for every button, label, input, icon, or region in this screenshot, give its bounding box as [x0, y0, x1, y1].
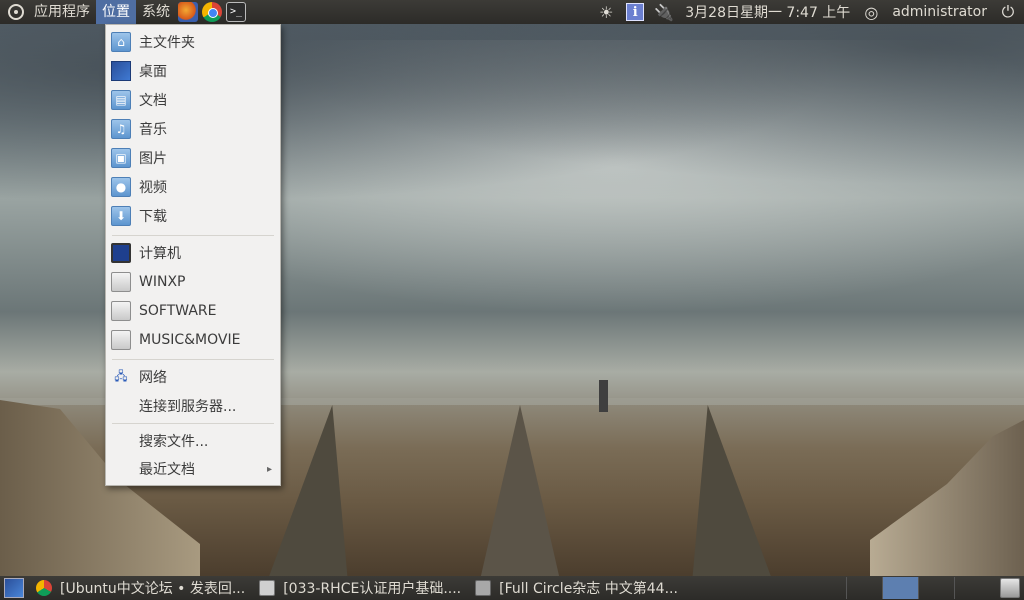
- firefox-icon[interactable]: [178, 2, 198, 22]
- menu-item-label: 视频: [139, 180, 167, 196]
- taskbar-item-label: [033-RHCE认证用户基础....: [283, 581, 462, 597]
- system-menu[interactable]: 系统: [136, 0, 176, 24]
- menu-item-label: 搜索文件...: [139, 434, 209, 450]
- menu-item-label: MUSIC&MOVIE: [139, 332, 241, 348]
- menu-item-label: 计算机: [139, 246, 181, 262]
- top-panel: 应用程序 位置 系统 >_ ☀ i 🔌 3月28日星期一 7:47 上午 ◎ a…: [0, 0, 1024, 24]
- taskbar-item-label: [Full Circle杂志 中文第44...: [499, 581, 678, 597]
- music-folder-icon: ♫: [111, 119, 131, 139]
- menu-item-winxp[interactable]: WINXP: [106, 270, 280, 294]
- menu-item-computer[interactable]: 计算机: [106, 241, 280, 265]
- terminal-icon[interactable]: >_: [226, 2, 246, 22]
- workspace-1[interactable]: [846, 577, 882, 599]
- menu-item-network[interactable]: 🖧 网络: [106, 365, 280, 389]
- menu-item-label: 下载: [139, 209, 167, 225]
- menu-item-documents[interactable]: ▤ 文档: [106, 88, 280, 112]
- drive-icon: [111, 330, 131, 350]
- menu-item-label: 文档: [139, 93, 167, 109]
- document-icon: [259, 580, 276, 596]
- network-icon: 🖧: [114, 368, 128, 383]
- menu-separator: [112, 423, 274, 424]
- menu-item-label: 最近文档: [139, 462, 195, 478]
- workspace-2[interactable]: [882, 577, 918, 599]
- documents-folder-icon: ▤: [111, 90, 131, 110]
- videos-folder-icon: ●: [111, 177, 131, 197]
- menu-item-label: SOFTWARE: [139, 303, 217, 319]
- clock[interactable]: 3月28日星期一 7:47 上午: [680, 2, 855, 22]
- desktop-icon: [111, 61, 131, 81]
- wallpaper-avenue: [480, 405, 560, 580]
- workspace-4[interactable]: [954, 577, 990, 599]
- drive-icon: [111, 301, 131, 321]
- taskbar-item-label: [Ubuntu中文论坛 • 发表回...: [60, 581, 246, 597]
- user-status-icon[interactable]: ◎: [861, 2, 881, 22]
- menu-item-label: WINXP: [139, 274, 186, 290]
- chrome-icon: [36, 580, 52, 596]
- menu-item-videos[interactable]: ● 视频: [106, 175, 280, 199]
- home-folder-icon: ⌂: [111, 32, 131, 52]
- drive-icon: [111, 272, 131, 292]
- places-menu[interactable]: 位置: [96, 0, 136, 24]
- menu-item-software[interactable]: SOFTWARE: [106, 299, 280, 323]
- taskbar-item[interactable]: [Full Circle杂志 中文第44...: [471, 576, 688, 600]
- computer-icon: [111, 243, 131, 263]
- submenu-arrow-icon: ▸: [266, 463, 272, 475]
- menu-item-home[interactable]: ⌂ 主文件夹: [106, 30, 280, 54]
- sun-icon[interactable]: ☀: [596, 2, 616, 22]
- user-name[interactable]: administrator: [887, 4, 992, 20]
- pictures-folder-icon: ▣: [111, 148, 131, 168]
- places-dropdown: ⌂ 主文件夹 桌面 ▤ 文档 ♫ 音乐 ▣ 图片 ● 视频 ⬇ 下载 计算机 W…: [105, 24, 281, 486]
- downloads-folder-icon: ⬇: [111, 206, 131, 226]
- info-icon[interactable]: i: [626, 3, 645, 21]
- menu-separator: [112, 359, 274, 360]
- wallpaper-tower: [599, 380, 608, 412]
- show-desktop-icon[interactable]: [4, 578, 24, 598]
- pdf-viewer-icon: [475, 580, 492, 596]
- menu-item-label: 桌面: [139, 64, 167, 80]
- chrome-icon[interactable]: [202, 2, 222, 22]
- menu-item-label: 连接到服务器...: [139, 399, 237, 415]
- workspace-switcher: [846, 576, 990, 600]
- network-wired-icon[interactable]: 🔌: [654, 2, 674, 22]
- trash-icon[interactable]: [1000, 578, 1020, 598]
- menu-item-label: 网络: [139, 370, 167, 386]
- taskbar-item[interactable]: [Ubuntu中文论坛 • 发表回...: [32, 576, 255, 600]
- panel-menus: 应用程序 位置 系统 >_: [0, 0, 248, 24]
- menu-item-label: 主文件夹: [139, 35, 195, 51]
- menu-item-connect-server[interactable]: 连接到服务器...: [106, 394, 280, 418]
- menu-item-label: 音乐: [139, 122, 167, 138]
- menu-item-desktop[interactable]: 桌面: [106, 59, 280, 83]
- menu-item-search-files[interactable]: 搜索文件...: [106, 429, 280, 453]
- menu-item-music-movie[interactable]: MUSIC&MOVIE: [106, 328, 280, 352]
- bottom-panel: [Ubuntu中文论坛 • 发表回... [033-RHCE认证用户基础....…: [0, 576, 1024, 600]
- menu-item-pictures[interactable]: ▣ 图片: [106, 146, 280, 170]
- panel-indicators: ☀ i 🔌 3月28日星期一 7:47 上午 ◎ administrator ⏻: [590, 0, 1024, 24]
- menu-separator: [112, 235, 274, 236]
- menu-item-recent-documents[interactable]: 最近文档 ▸: [106, 457, 280, 481]
- menu-item-downloads[interactable]: ⬇ 下载: [106, 204, 280, 228]
- taskbar-item[interactable]: [033-RHCE认证用户基础....: [255, 576, 471, 600]
- ubuntu-logo-icon[interactable]: [8, 4, 24, 20]
- menu-item-label: 图片: [139, 151, 167, 167]
- workspace-3[interactable]: [918, 577, 954, 599]
- applications-menu[interactable]: 应用程序: [28, 0, 96, 24]
- menu-item-music[interactable]: ♫ 音乐: [106, 117, 280, 141]
- power-icon[interactable]: ⏻: [998, 2, 1018, 22]
